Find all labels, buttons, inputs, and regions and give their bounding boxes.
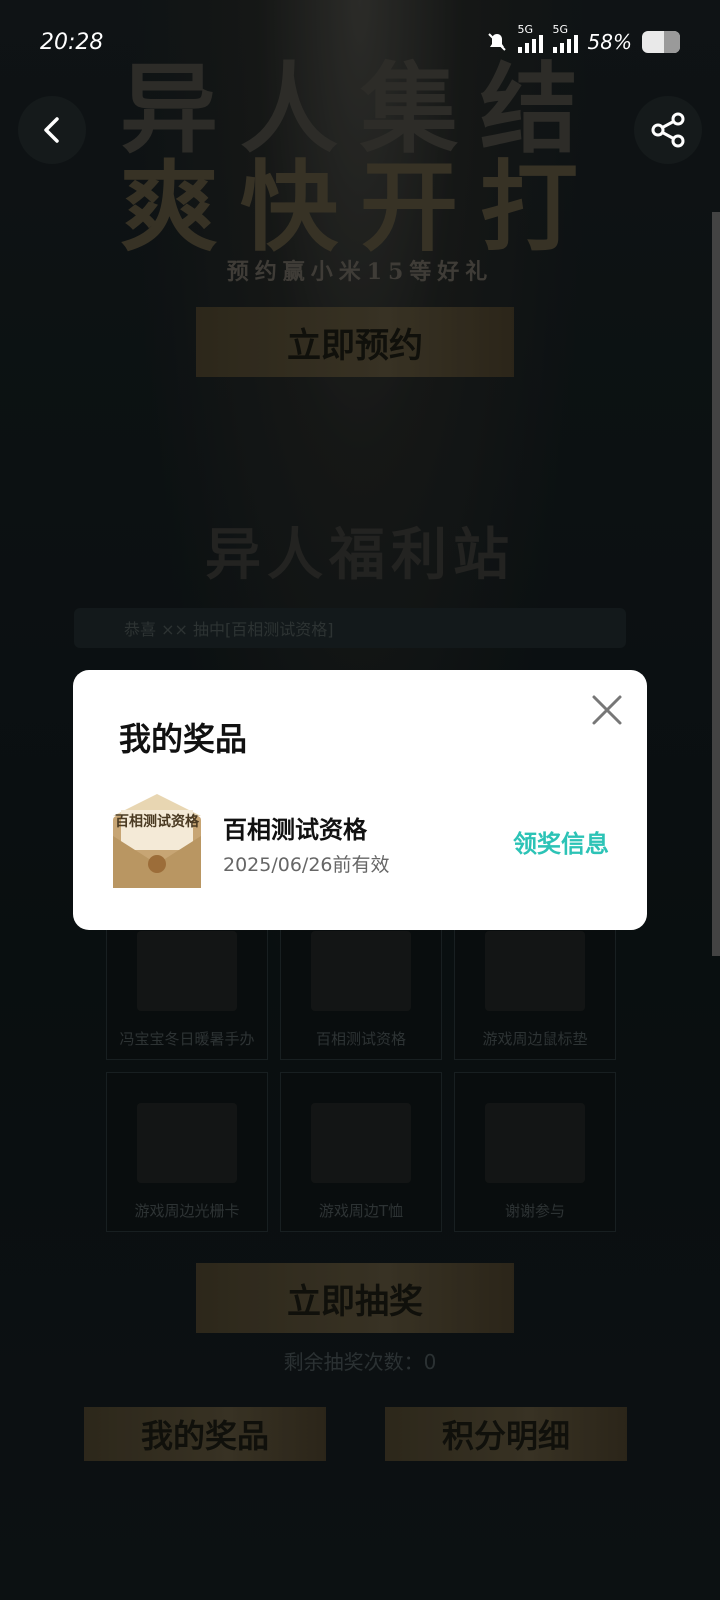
status-icons: 5G 5G 58%	[486, 23, 680, 54]
modal-title: 我的奖品	[119, 720, 248, 758]
close-icon[interactable]	[589, 692, 625, 728]
network-label: 5G	[517, 23, 534, 36]
back-button[interactable]	[18, 96, 86, 164]
signal-2-icon: 5G	[552, 23, 578, 53]
share-button[interactable]	[634, 96, 702, 164]
mute-bell-icon	[487, 33, 506, 51]
my-prizes-modal: 我的奖品 百相测试资格 百相测试资格 2025/06/26前有效 领奖信息	[73, 670, 647, 930]
chevron-left-icon	[44, 117, 59, 143]
share-icon	[651, 112, 685, 148]
battery-percent: 58%	[587, 30, 632, 54]
signal-1-icon: 5G	[517, 23, 543, 53]
battery-icon	[642, 31, 680, 53]
prize-name: 百相测试资格	[223, 816, 367, 844]
prize-valid-date: 2025/06/26前有效	[223, 854, 390, 876]
network-label: 5G	[552, 23, 569, 36]
prize-thumb-text: 百相测试资格	[115, 813, 200, 830]
status-bar: 20:28 5G 5G 58%	[0, 0, 720, 86]
claim-info-link[interactable]: 领奖信息	[513, 824, 609, 859]
status-time: 20:28	[40, 30, 104, 55]
prize-envelope-image: 百相测试资格	[113, 794, 201, 888]
